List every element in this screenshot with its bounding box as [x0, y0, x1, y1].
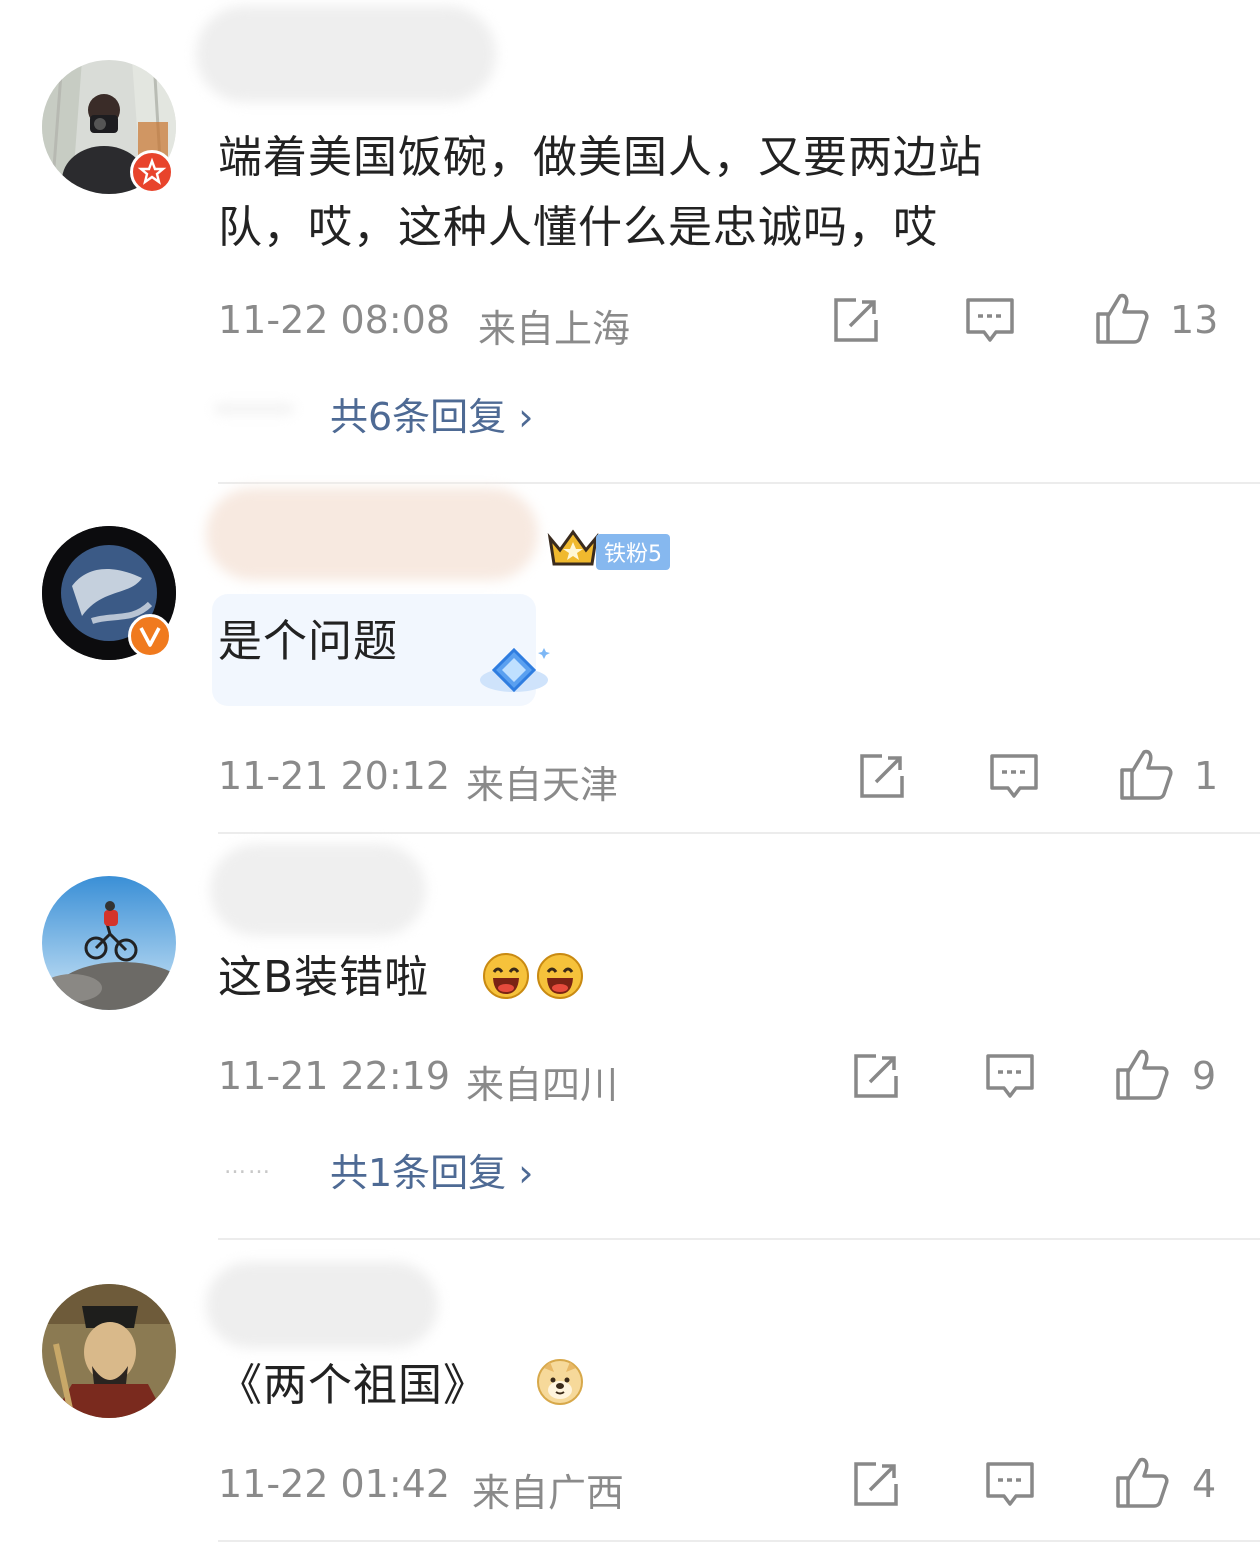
divider — [218, 1540, 1260, 1542]
avatar[interactable] — [42, 1284, 176, 1418]
like-count: 4 — [1192, 1462, 1217, 1506]
share-icon[interactable] — [830, 294, 882, 346]
reply-preview-redacted — [214, 404, 294, 414]
divider — [218, 482, 1260, 484]
comment-text-body: 这B装错啦 — [218, 952, 430, 1003]
view-replies-label: 共6条回复 — [330, 395, 507, 439]
share-icon[interactable] — [850, 1458, 902, 1510]
comment-text: 队，哎，这种人懂什么是忠诚吗，哎 — [218, 202, 938, 253]
like-icon[interactable] — [1118, 746, 1174, 802]
username-redacted[interactable] — [206, 1262, 438, 1348]
share-icon[interactable] — [856, 750, 908, 802]
chevron-right-icon: › — [518, 395, 534, 439]
laughing-emoji-icon — [483, 953, 529, 999]
avatar[interactable] — [42, 876, 176, 1010]
comment-location: 来自广西 — [472, 1471, 625, 1515]
like-icon[interactable] — [1114, 1046, 1170, 1102]
comment-time: 11-22 01:42 — [218, 1462, 451, 1506]
comment-text: 端着美国饭碗，做美国人，又要两边站 — [218, 132, 983, 183]
comment-time: 11-21 22:19 — [218, 1054, 451, 1098]
comment-location: 来自天津 — [466, 763, 619, 807]
comment-icon[interactable] — [964, 294, 1016, 346]
crown-icon — [547, 529, 599, 566]
divider — [218, 1238, 1260, 1240]
comment-text-body: 《两个祖国》 — [218, 1360, 488, 1411]
comment-text: 是个问题 — [218, 616, 398, 667]
like-count: 13 — [1170, 298, 1219, 342]
view-replies-link[interactable]: 共1条回复 › — [330, 1142, 533, 1197]
chevron-right-icon: › — [518, 1151, 534, 1195]
comment-icon[interactable] — [988, 750, 1040, 802]
like-icon[interactable] — [1114, 1454, 1170, 1510]
username-redacted[interactable] — [210, 844, 426, 936]
comment-location: 来自上海 — [478, 307, 631, 351]
share-icon[interactable] — [850, 1050, 902, 1102]
comment-text: 这B装错啦 — [218, 944, 429, 1012]
laughing-emoji-icon — [537, 953, 583, 999]
fan-badge: 铁粉5 — [596, 534, 670, 570]
comment-icon[interactable] — [984, 1458, 1036, 1510]
comment-location: 来自四川 — [466, 1063, 619, 1107]
like-count: 1 — [1194, 754, 1219, 798]
view-replies-label: 共1条回复 — [330, 1151, 507, 1195]
star-badge-icon — [130, 150, 174, 194]
view-replies-link[interactable]: 共6条回复 › — [330, 386, 533, 441]
like-icon[interactable] — [1094, 290, 1150, 346]
comment-time: 11-22 08:08 — [218, 298, 451, 342]
comment-icon[interactable] — [984, 1050, 1036, 1102]
username-redacted[interactable] — [196, 6, 496, 102]
divider — [218, 832, 1260, 834]
verified-v-icon — [128, 614, 172, 658]
comment-text: 《两个祖国》 — [218, 1352, 488, 1420]
comment-time: 11-21 20:12 — [218, 754, 451, 798]
doge-emoji-icon — [537, 1359, 583, 1405]
diamond-decoration-icon — [480, 647, 550, 693]
reply-dots: …… — [224, 1154, 272, 1179]
username-redacted[interactable] — [206, 488, 538, 580]
like-count: 9 — [1192, 1054, 1217, 1098]
